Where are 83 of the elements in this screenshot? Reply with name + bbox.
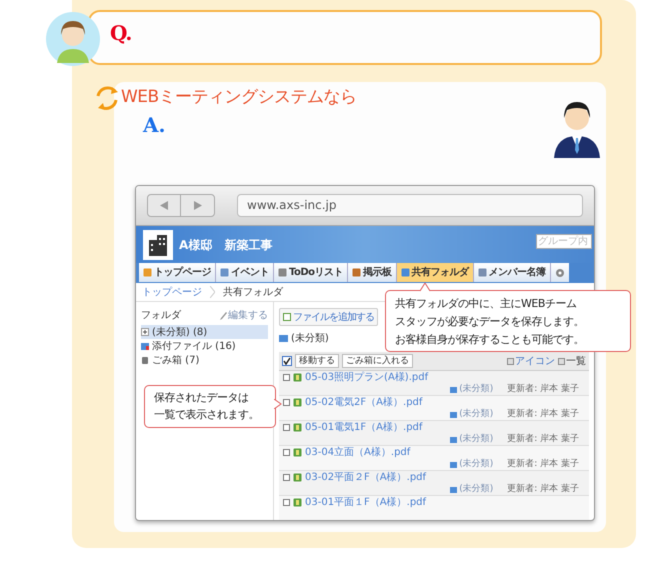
file-link[interactable]: 05-02電気2F（A様）.pdf: [305, 396, 422, 408]
action-button[interactable]: 移動する: [295, 354, 339, 368]
tab-icon: [478, 268, 487, 277]
callout-text: 保存されたデータは: [154, 390, 250, 406]
checkmark-icon: [283, 357, 291, 365]
sidebar-title: フォルダ: [141, 309, 181, 323]
nav-tab[interactable]: トップページ: [139, 263, 216, 282]
nav-tab[interactable]: メンバー名簿: [474, 263, 551, 282]
file-updater: 更新者: 岸本 葉子: [507, 458, 579, 471]
nav-tab[interactable]: 掲示板: [348, 263, 397, 282]
file-checkbox[interactable]: [283, 399, 290, 406]
file-link[interactable]: 03-01平面１F（A様）.pdf: [305, 496, 426, 508]
file-checkbox[interactable]: [283, 374, 290, 381]
folder-icon: [450, 412, 458, 418]
callout-text: お客様自身が保存することも可能です。: [395, 332, 585, 348]
add-file-icon: [283, 313, 291, 321]
nav-tab[interactable]: ToDoリスト: [274, 263, 348, 282]
folder-icon: [450, 462, 458, 468]
file-icon: [293, 373, 302, 382]
nav-tab[interactable]: イベント: [216, 263, 274, 282]
grid-view-icon: [507, 358, 514, 364]
expand-plus-icon: [141, 328, 149, 336]
file-updater: 更新者: 岸本 葉子: [507, 408, 579, 421]
file-folder: (未分類): [459, 482, 494, 496]
tab-icon: [278, 268, 287, 277]
view-option-link[interactable]: 一覧: [558, 354, 586, 368]
callout-text: 共有フォルダの中に、主にWEBチーム: [395, 296, 578, 312]
list-view-icon: [558, 358, 565, 364]
question-label: Q.: [110, 21, 132, 45]
file-icon: [293, 448, 302, 457]
folder-icon: [279, 334, 288, 342]
tab-icon: [143, 268, 152, 277]
file-updater: 更新者: 岸本 葉子: [507, 432, 579, 446]
answer-heading: WEBミーティングシステムなら: [121, 86, 357, 110]
file-icon: [293, 423, 302, 432]
folder-icon: [450, 386, 458, 392]
folder-icon: [450, 486, 458, 492]
current-folder: (未分類): [291, 332, 329, 346]
add-file-button[interactable]: ファイルを追加する: [279, 308, 378, 326]
folder-item[interactable]: (未分類) (8): [141, 325, 268, 339]
file-checkbox[interactable]: [283, 499, 290, 506]
folder-item[interactable]: 添付ファイル (16): [141, 339, 268, 353]
project-title: A様邸 新築工事: [179, 236, 272, 254]
folder-icon: [141, 342, 149, 350]
callout-text: スタッフが必要なデータを保存します。: [395, 314, 585, 330]
breadcrumb-current: 共有フォルダ: [223, 286, 283, 300]
file-folder: (未分類): [459, 458, 494, 471]
file-checkbox[interactable]: [283, 474, 290, 481]
folder-icon: [450, 436, 458, 442]
file-icon: [293, 473, 302, 482]
file-link[interactable]: 05-03照明プラン(A様).pdf: [305, 372, 428, 384]
view-option-link[interactable]: アイコン: [507, 354, 555, 368]
gear-icon: [554, 268, 565, 278]
tab-icon: [400, 268, 410, 277]
breadcrumb-link[interactable]: トップページ: [142, 284, 202, 300]
nav-tab[interactable]: 共有フォルダ: [396, 263, 474, 282]
file-icon: [293, 398, 302, 407]
file-checkbox[interactable]: [283, 424, 290, 431]
file-updater: 更新者: 岸本 葉子: [507, 482, 579, 496]
file-folder: (未分類): [459, 432, 494, 446]
folder-item[interactable]: ごみ箱 (7): [141, 353, 268, 367]
action-button[interactable]: ごみ箱に入れる: [342, 354, 413, 368]
file-link[interactable]: 05-01電気1F（A様）.pdf: [305, 422, 422, 434]
tab-icon: [352, 268, 362, 277]
file-icon: [293, 498, 302, 507]
file-link[interactable]: 03-02平面２F（A様）.pdf: [305, 472, 426, 484]
search-field[interactable]: グループ内: [536, 234, 592, 249]
callout-text: 一覧で表示されます。: [154, 407, 260, 423]
pencil-icon: [220, 312, 227, 320]
url-field[interactable]: www.axs-inc.jp: [237, 194, 583, 217]
file-updater: 更新者: 岸本 葉子: [507, 382, 579, 396]
chevron-icon: [210, 286, 215, 298]
file-folder: (未分類): [459, 408, 494, 421]
back-arrow-icon: [160, 201, 168, 210]
file-checkbox[interactable]: [283, 449, 290, 456]
trash-icon: [141, 356, 149, 364]
tab-icon: [220, 268, 229, 277]
select-all-checkbox[interactable]: [282, 356, 292, 366]
file-link[interactable]: 03-04立面（A様）.pdf: [305, 446, 410, 458]
building-icon: [143, 230, 173, 260]
forward-arrow-icon: [194, 201, 202, 210]
file-folder: (未分類): [459, 382, 494, 396]
answer-label: A.: [143, 114, 166, 136]
